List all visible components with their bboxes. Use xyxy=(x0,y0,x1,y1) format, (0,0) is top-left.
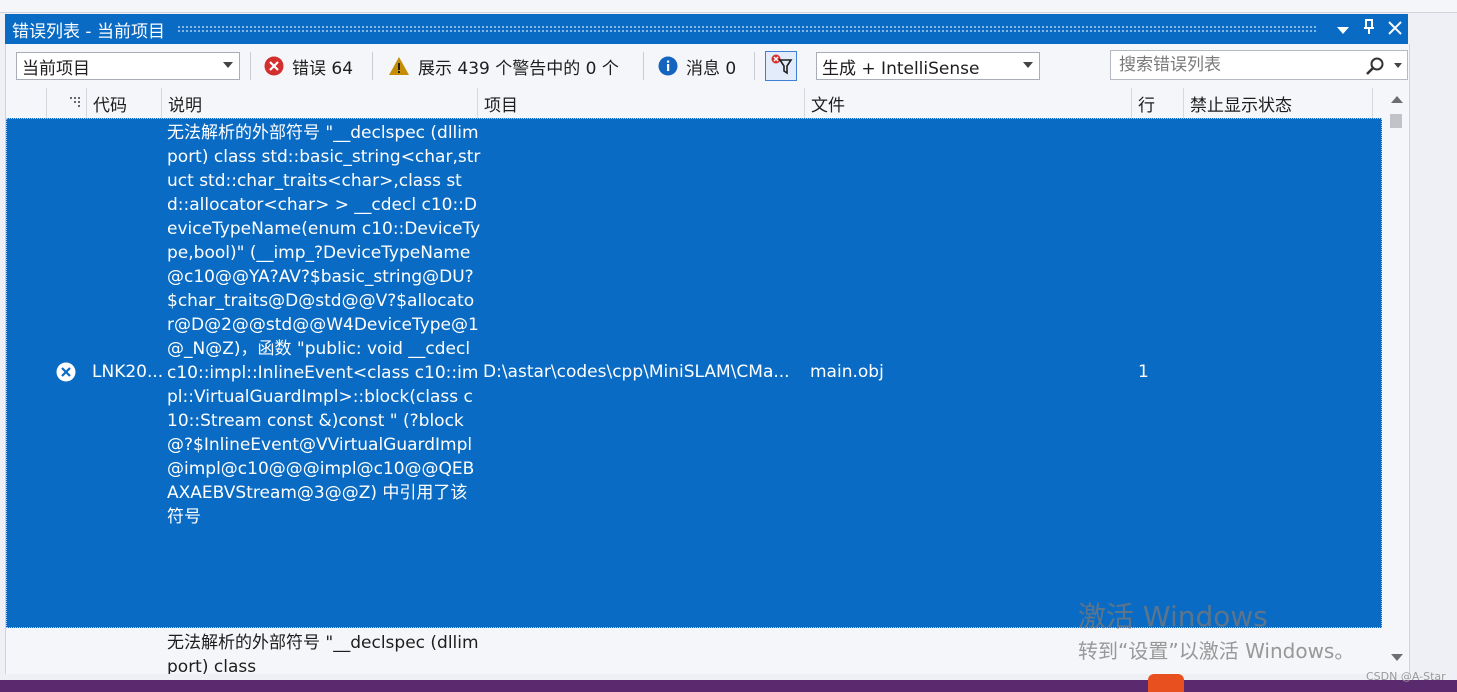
error-list-toolbar: 当前项目 错误 64 展示 439 个警告中的 0 个 消息 0 生成 + In… xyxy=(6,44,1409,88)
search-box[interactable] xyxy=(1110,50,1408,80)
error-description: 无法解析的外部符号 "__declspec (dllimport) class xyxy=(167,633,479,674)
scope-dropdown[interactable]: 当前项目 xyxy=(16,52,240,80)
build-filter-value: 生成 + IntelliSense xyxy=(822,58,980,79)
scroll-down-icon[interactable] xyxy=(1391,654,1403,661)
scroll-up-icon[interactable] xyxy=(1391,96,1403,103)
column-header-row: 代码 说明 项目 文件 行 禁止显示状态 xyxy=(6,88,1382,118)
error-rows: LNK20... 无法解析的外部符号 "__declspec (dllimpor… xyxy=(6,118,1382,674)
scroll-thumb[interactable] xyxy=(1390,114,1402,128)
close-icon[interactable] xyxy=(1382,20,1408,39)
taskbar-app-icon[interactable] xyxy=(1148,674,1184,692)
error-list-title-bar[interactable]: 错误列表 - 当前项目 xyxy=(5,14,1408,44)
chevron-down-icon xyxy=(223,62,233,68)
column-header-icon[interactable] xyxy=(46,88,86,118)
search-icon[interactable] xyxy=(1365,56,1385,81)
column-header-description[interactable]: 说明 xyxy=(161,88,477,118)
vertical-scrollbar[interactable] xyxy=(1386,88,1408,674)
column-header-project[interactable]: 项目 xyxy=(477,88,804,118)
error-description: 无法解析的外部符号 "__declspec (dllimport) class … xyxy=(167,123,481,527)
warnings-count-label: 展示 439 个警告中的 0 个 xyxy=(418,58,619,79)
chevron-down-icon xyxy=(1023,62,1033,68)
scope-value: 当前项目 xyxy=(22,58,90,79)
toolbar-divider xyxy=(643,52,644,80)
column-header-line[interactable]: 行 xyxy=(1131,88,1183,118)
warning-icon xyxy=(388,56,410,76)
column-header-code[interactable]: 代码 xyxy=(86,88,161,118)
filter-toggle-button[interactable] xyxy=(765,51,797,81)
error-icon xyxy=(56,362,76,387)
table-row[interactable]: LNK20... 无法解析的外部符号 "__declspec (dllimpor… xyxy=(6,118,1382,628)
messages-count-label: 消息 0 xyxy=(686,58,737,79)
column-header-suppression-state[interactable]: 禁止显示状态 xyxy=(1183,88,1373,118)
messages-filter-button[interactable]: 消息 0 xyxy=(658,52,736,80)
window-title: 错误列表 - 当前项目 xyxy=(12,21,165,42)
column-header-file[interactable]: 文件 xyxy=(804,88,1131,118)
error-project: D:\astar\codes\cpp\MiniSLAM\CMa... xyxy=(483,362,790,382)
error-icon xyxy=(264,56,284,76)
toolbar-divider xyxy=(372,52,373,80)
top-strip xyxy=(0,0,1457,13)
error-line: 1 xyxy=(1138,362,1149,382)
toolbar-divider xyxy=(250,52,251,80)
error-file: main.obj xyxy=(810,362,884,382)
table-row[interactable]: 无法解析的外部符号 "__declspec (dllimport) class xyxy=(6,628,1382,674)
title-drag-grip[interactable] xyxy=(176,25,1318,33)
csdn-credit: CSDN @A-Star xyxy=(1366,670,1446,683)
error-code: LNK20... xyxy=(92,362,164,382)
window-dropdown-icon[interactable] xyxy=(1330,20,1356,39)
taskbar xyxy=(0,674,1457,692)
pin-icon[interactable] xyxy=(1356,19,1382,39)
errors-filter-button[interactable]: 错误 64 xyxy=(264,52,353,80)
errors-count-label: 错误 64 xyxy=(292,58,354,79)
error-list-panel: 当前项目 错误 64 展示 439 个警告中的 0 个 消息 0 生成 + In… xyxy=(5,44,1410,674)
toolbar-divider xyxy=(754,52,755,80)
build-filter-dropdown[interactable]: 生成 + IntelliSense xyxy=(816,52,1040,80)
warnings-filter-button[interactable]: 展示 439 个警告中的 0 个 xyxy=(388,52,619,80)
search-input[interactable] xyxy=(1117,54,1351,76)
filter-icon xyxy=(769,53,793,79)
info-icon xyxy=(658,56,678,76)
search-options-chevron-icon[interactable] xyxy=(1394,63,1402,68)
